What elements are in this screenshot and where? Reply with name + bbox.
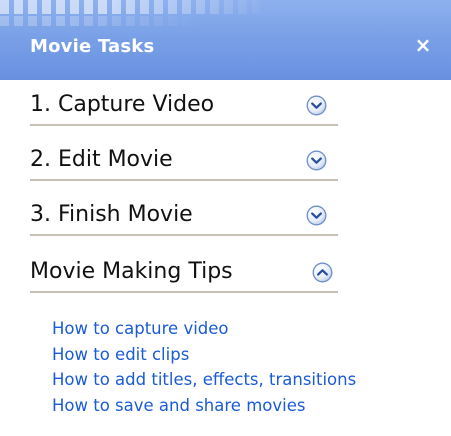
- chevron-up-icon[interactable]: [312, 262, 333, 283]
- tips-link-list: How to capture video How to edit clips H…: [52, 316, 442, 418]
- header-dot-pattern: [0, 0, 270, 14]
- section-label: 2. Edit Movie: [30, 147, 173, 172]
- section-divider: [30, 234, 338, 236]
- section-label: Movie Making Tips: [30, 259, 233, 284]
- section-finish-movie[interactable]: 3. Finish Movie: [30, 200, 340, 236]
- link-how-to-save-and-share[interactable]: How to save and share movies: [52, 393, 442, 419]
- chevron-down-icon[interactable]: [306, 150, 327, 171]
- header-dot-pattern-faint: [0, 16, 200, 26]
- section-divider: [30, 179, 338, 181]
- section-label: 3. Finish Movie: [30, 202, 193, 227]
- panel-title: Movie Tasks: [30, 36, 155, 57]
- section-divider: [30, 124, 338, 126]
- section-divider: [30, 291, 338, 293]
- section-label: 1. Capture Video: [30, 92, 215, 117]
- close-icon[interactable]: ×: [412, 32, 434, 58]
- link-how-to-edit-clips[interactable]: How to edit clips: [52, 342, 442, 368]
- chevron-down-icon[interactable]: [306, 95, 327, 116]
- link-how-to-capture-video[interactable]: How to capture video: [52, 316, 442, 342]
- movie-tasks-header: Movie Tasks ×: [0, 0, 451, 80]
- link-how-to-add-titles[interactable]: How to add titles, effects, transitions: [52, 367, 442, 393]
- section-capture-video[interactable]: 1. Capture Video: [30, 90, 340, 126]
- section-movie-making-tips[interactable]: Movie Making Tips: [30, 257, 340, 293]
- section-edit-movie[interactable]: 2. Edit Movie: [30, 145, 340, 181]
- chevron-down-icon[interactable]: [306, 205, 327, 226]
